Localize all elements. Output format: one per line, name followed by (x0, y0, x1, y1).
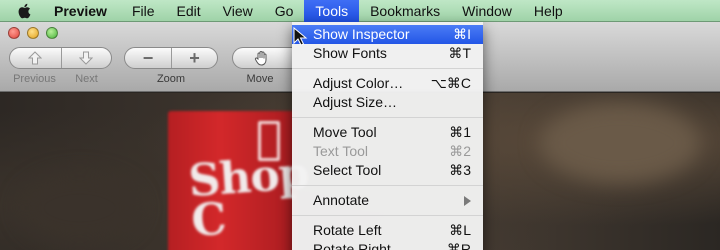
menu-item-select-tool[interactable]: Select Tool ⌘3 (292, 161, 483, 180)
next-label: Next (75, 73, 98, 85)
menu-file[interactable]: File (121, 0, 166, 22)
menu-item-move-tool[interactable]: Move Tool ⌘1 (292, 123, 483, 142)
menu-item-shortcut: ⌘3 (449, 162, 471, 178)
move-tool-icon-wrap (233, 48, 291, 68)
menu-item-label: Rotate Right (313, 241, 391, 250)
move-label: Move (246, 73, 274, 85)
menu-item-label: Select Tool (313, 162, 382, 178)
menu-app-name[interactable]: Preview (48, 0, 121, 22)
zoom-label: Zoom (156, 73, 186, 85)
menu-item-label: Adjust Color… (313, 75, 404, 91)
menu-item-text-tool: Text Tool ⌘2 (292, 142, 483, 161)
menu-edit[interactable]: Edit (166, 0, 212, 22)
menu-item-label: Adjust Size… (313, 94, 398, 110)
previous-next-control (9, 47, 112, 69)
menu-item-label: Annotate (313, 192, 370, 208)
menu-item-shortcut: ⌘2 (449, 143, 471, 159)
mouse-cursor-icon (293, 27, 308, 46)
apple-menu-icon[interactable] (0, 0, 48, 22)
zoom-in-button[interactable]: + (171, 48, 217, 68)
menu-item-annotate[interactable]: Annotate (292, 191, 483, 210)
menu-item-rotate-right[interactable]: Rotate Right ⌘R (292, 240, 483, 250)
menu-separator (292, 117, 483, 118)
move-tool-button[interactable] (232, 47, 292, 69)
next-button[interactable] (60, 48, 112, 68)
submenu-arrow-icon (464, 196, 471, 206)
menu-go[interactable]: Go (264, 0, 305, 22)
previous-label: Previous (13, 73, 56, 85)
menu-item-label: Show Inspector (313, 26, 410, 42)
menu-separator (292, 215, 483, 216)
previous-button[interactable] (10, 48, 61, 68)
menu-item-label: Rotate Left (313, 222, 382, 238)
menu-item-label: Text Tool (313, 143, 368, 159)
menu-item-shortcut: ⌘T (448, 45, 471, 61)
menu-item-shortcut: ⌘1 (449, 124, 471, 140)
menu-item-shortcut: ⌘L (449, 222, 471, 238)
hand-icon (254, 51, 267, 66)
menu-window[interactable]: Window (451, 0, 523, 22)
menu-item-shortcut: ⌘R (446, 241, 471, 250)
menu-item-show-inspector[interactable]: Show Inspector ⌘I (292, 25, 483, 44)
minimize-window-button[interactable] (27, 27, 39, 39)
menu-item-show-fonts[interactable]: Show Fonts ⌘T (292, 44, 483, 63)
menu-item-adjust-size[interactable]: Adjust Size… (292, 93, 483, 112)
window-controls (8, 27, 58, 39)
menu-item-label: Move Tool (313, 124, 377, 140)
menu-separator (292, 185, 483, 186)
close-window-button[interactable] (8, 27, 20, 39)
menu-view[interactable]: View (212, 0, 264, 22)
zoom-window-button[interactable] (46, 27, 58, 39)
menu-help[interactable]: Help (523, 0, 574, 22)
menu-bar: Preview File Edit View Go Tools Bookmark… (0, 0, 720, 22)
tools-menu-dropdown: Show Inspector ⌘I Show Fonts ⌘T Adjust C… (292, 22, 483, 250)
menu-item-rotate-left[interactable]: Rotate Left ⌘L (292, 221, 483, 240)
arrow-up-icon (28, 51, 43, 65)
menu-item-shortcut: ⌘I (453, 26, 471, 42)
menu-tools[interactable]: Tools (304, 0, 360, 22)
arrow-down-icon (79, 51, 94, 65)
menu-item-shortcut: ⌥⌘C (430, 75, 471, 91)
menu-bookmarks[interactable]: Bookmarks (359, 0, 451, 22)
zoom-control: − + (124, 47, 218, 69)
menu-item-label: Show Fonts (313, 45, 387, 61)
zoom-out-button[interactable]: − (125, 48, 171, 68)
menu-item-adjust-color[interactable]: Adjust Color… ⌥⌘C (292, 74, 483, 93)
background-blur (20, 173, 140, 243)
background-blur (540, 103, 700, 183)
menu-separator (292, 68, 483, 69)
